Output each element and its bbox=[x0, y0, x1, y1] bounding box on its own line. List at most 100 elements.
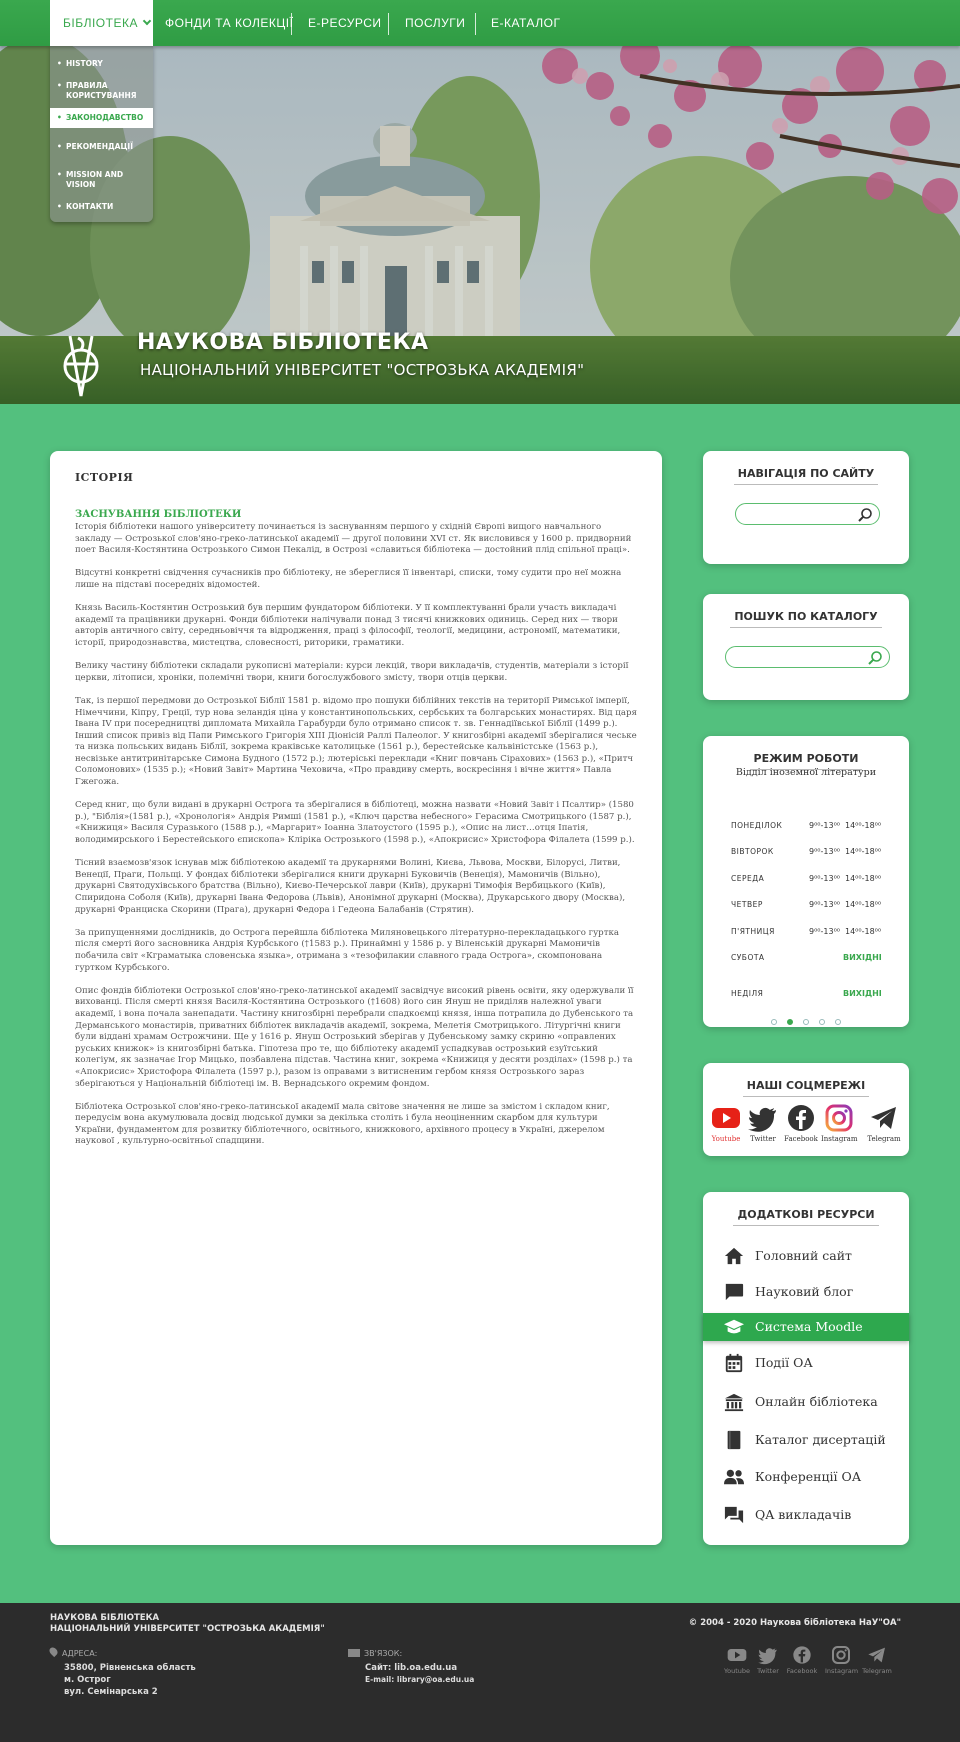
article-paragraph: Відсутні конкретні свідчення сучасників … bbox=[75, 568, 622, 590]
working-hours-department: Відділ іноземної літератури bbox=[735, 767, 877, 778]
site-search-title: НАВІГАЦІЯ ПО САЙТУ bbox=[703, 451, 909, 485]
article-paragraph: Князь Василь-Костянтин Острозький був пе… bbox=[75, 603, 621, 648]
footer-address-label: АДРЕСА: bbox=[47, 1645, 196, 1658]
resources-title: ДОДАТКОВІ РЕСУРСИ bbox=[703, 1192, 909, 1226]
article-title: ІСТОРІЯ bbox=[75, 471, 134, 484]
social-youtube[interactable]: Youtube bbox=[708, 1103, 744, 1143]
social-twitter[interactable]: Twitter bbox=[745, 1103, 781, 1143]
people-icon bbox=[724, 1469, 744, 1485]
footer-site-link[interactable]: Сайт: lib.oa.edu.ua bbox=[365, 1662, 474, 1674]
resource-science-blog[interactable]: Науковий блог bbox=[703, 1278, 909, 1306]
article-paragraph: За припущеннями дослідників, до Острога … bbox=[75, 927, 619, 973]
facebook-icon bbox=[793, 1646, 811, 1664]
twitter-icon bbox=[758, 1648, 777, 1665]
social-title: НАШІ СОЦМЕРЕЖІ bbox=[703, 1063, 909, 1097]
resource-events[interactable]: Події ОА bbox=[703, 1349, 909, 1377]
social-telegram[interactable]: Telegram bbox=[866, 1103, 902, 1143]
article-paragraph: Історія бібліотеки нашого університету п… bbox=[75, 522, 632, 556]
book-icon bbox=[727, 1430, 741, 1450]
article-card: ІСТОРІЯ ЗАСНУВАННЯ БІБЛІОТЕКИ Історія бі… bbox=[50, 451, 662, 1545]
search-icon[interactable] bbox=[857, 507, 873, 523]
hours-row: ВІВТОРОК 9⁰⁰-13⁰⁰ 14⁰⁰-18⁰⁰ bbox=[731, 847, 882, 856]
dropdown-item-recommendations[interactable]: Рекомендації bbox=[50, 142, 153, 152]
resource-qa-teachers[interactable]: QA викладачів bbox=[703, 1501, 909, 1529]
chevron-down-icon bbox=[142, 16, 152, 26]
hero-subtitle: НАЦІОНАЛЬНИЙ УНІВЕРСИТЕТ "ОСТРОЗЬКА АКАД… bbox=[140, 361, 585, 379]
social-instagram[interactable]: Instagram bbox=[821, 1103, 858, 1143]
article-paragraph: Серед книг, що були видані в друкарні Ос… bbox=[75, 800, 635, 846]
carousel-dots bbox=[703, 1010, 909, 1029]
search-icon[interactable] bbox=[867, 650, 883, 666]
working-hours-title: РЕЖИМ РОБОТИ bbox=[703, 736, 909, 770]
nav-divider bbox=[388, 13, 389, 35]
article-paragraph: Так, із першої передмови до Острозької Б… bbox=[75, 695, 637, 788]
site-search-field[interactable] bbox=[735, 503, 880, 527]
youtube-icon bbox=[727, 1649, 747, 1661]
carousel-dot[interactable] bbox=[803, 1019, 809, 1025]
carousel-dot-active[interactable] bbox=[787, 1019, 793, 1025]
article-paragraph: Бібліотека Острозької слов'яно-греко-лат… bbox=[75, 1101, 610, 1147]
top-navigation: Бібліотека Фонди та колекції Е-ресурси П… bbox=[0, 0, 960, 46]
footer-address: АДРЕСА: 35800, Рівненська область м. Ост… bbox=[47, 1645, 196, 1698]
instagram-icon bbox=[832, 1646, 850, 1664]
article-paragraph: Велику частину бібліотеки складали рукоп… bbox=[75, 661, 629, 683]
nav-e-resources[interactable]: Е-ресурси bbox=[308, 0, 382, 46]
article-paragraph: Опис фондів бібліотеки Острозької слов'я… bbox=[75, 985, 634, 1089]
resource-online-library[interactable]: Онлайн бібліотека bbox=[703, 1388, 909, 1416]
footer-social-telegram[interactable]: Telegram bbox=[861, 1645, 893, 1675]
catalog-search-field[interactable] bbox=[725, 646, 890, 670]
carousel-dot[interactable] bbox=[771, 1019, 777, 1025]
nav-divider bbox=[475, 13, 476, 35]
youtube-icon bbox=[712, 1108, 740, 1128]
catalog-search-card: ПОШУК ПО КАТАЛОГУ bbox=[703, 594, 909, 700]
calendar-icon bbox=[725, 1353, 743, 1373]
footer-email-link[interactable]: E-mail: library@oa.edu.ua bbox=[365, 1674, 474, 1686]
site-search-input[interactable] bbox=[746, 506, 861, 527]
dropdown-item-contacts[interactable]: Контакти bbox=[50, 202, 153, 212]
home-icon bbox=[724, 1247, 744, 1265]
footer-contact-label: ЗВ'ЯЗОК: bbox=[348, 1649, 474, 1658]
comment-icon bbox=[725, 1283, 744, 1301]
hours-row: ПОНЕДІЛОК 9⁰⁰-13⁰⁰ 14⁰⁰-18⁰⁰ bbox=[731, 821, 882, 830]
resource-moodle[interactable]: Система Moodle bbox=[703, 1313, 909, 1341]
working-hours-card: РЕЖИМ РОБОТИ Відділ іноземної літератури… bbox=[703, 736, 909, 1027]
hours-row-weekend: СУБОТА ВИХІДНІ bbox=[731, 953, 882, 962]
nav-e-catalog[interactable]: Е-каталог bbox=[491, 0, 560, 46]
catalog-search-title: ПОШУК ПО КАТАЛОГУ bbox=[703, 594, 909, 628]
social-card: НАШІ СОЦМЕРЕЖІ Youtube Twitter Facebook … bbox=[703, 1063, 909, 1156]
catalog-search-input[interactable] bbox=[736, 649, 867, 670]
dropdown-item-legislation[interactable]: Законодавство bbox=[50, 108, 153, 128]
nav-services[interactable]: Послуги bbox=[405, 0, 465, 46]
article-section-title: ЗАСНУВАННЯ БІБЛІОТЕКИ bbox=[75, 509, 242, 520]
facebook-icon bbox=[788, 1105, 814, 1131]
instagram-icon bbox=[825, 1104, 853, 1132]
nav-library-label: Бібліотека bbox=[63, 16, 138, 30]
institution-icon bbox=[724, 1393, 744, 1412]
resource-dissertations[interactable]: Каталог дисертацій bbox=[703, 1426, 909, 1454]
nav-divider bbox=[291, 13, 292, 35]
footer-social-facebook[interactable]: Facebook bbox=[786, 1645, 818, 1675]
nav-funds[interactable]: Фонди та колекції bbox=[165, 0, 293, 46]
footer-address-line: м. Острог bbox=[64, 1675, 111, 1685]
resource-main-site[interactable]: Головний сайт bbox=[703, 1242, 909, 1270]
dropdown-item-rules[interactable]: Правила користування bbox=[50, 81, 153, 101]
footer: НАУКОВА БІБЛІОТЕКА НАЦІОНАЛЬНИЙ УНІВЕРСИ… bbox=[0, 1603, 960, 1742]
dropdown-item-mission[interactable]: Mission and vision bbox=[50, 170, 153, 190]
dropdown-item-history[interactable]: History bbox=[50, 59, 153, 69]
hero-title: НАУКОВА БІБЛІОТЕКА bbox=[137, 330, 429, 355]
nav-library[interactable]: Бібліотека bbox=[50, 0, 153, 46]
footer-social-twitter[interactable]: Twitter bbox=[752, 1645, 784, 1675]
hours-row-weekend: НЕДІЛЯ ВИХІДНІ bbox=[731, 989, 882, 998]
footer-library-name: НАУКОВА БІБЛІОТЕКА НАЦІОНАЛЬНИЙ УНІВЕРСИ… bbox=[50, 1613, 325, 1634]
footer-address-line: 35800, Рівненська область bbox=[64, 1663, 196, 1673]
footer-social-youtube[interactable]: Youtube bbox=[721, 1645, 753, 1675]
social-facebook[interactable]: Facebook bbox=[783, 1103, 819, 1143]
carousel-dot[interactable] bbox=[819, 1019, 825, 1025]
footer-address-line: вул. Семінарська 2 bbox=[64, 1687, 158, 1697]
footer-social-instagram[interactable]: Instagram bbox=[825, 1645, 858, 1675]
map-pin-icon bbox=[47, 1645, 60, 1658]
resources-card: ДОДАТКОВІ РЕСУРСИ Головний сайт Науковий… bbox=[703, 1192, 909, 1545]
carousel-dot[interactable] bbox=[835, 1019, 841, 1025]
resource-conferences[interactable]: Конференції ОА bbox=[703, 1463, 909, 1491]
telegram-icon bbox=[871, 1107, 896, 1129]
